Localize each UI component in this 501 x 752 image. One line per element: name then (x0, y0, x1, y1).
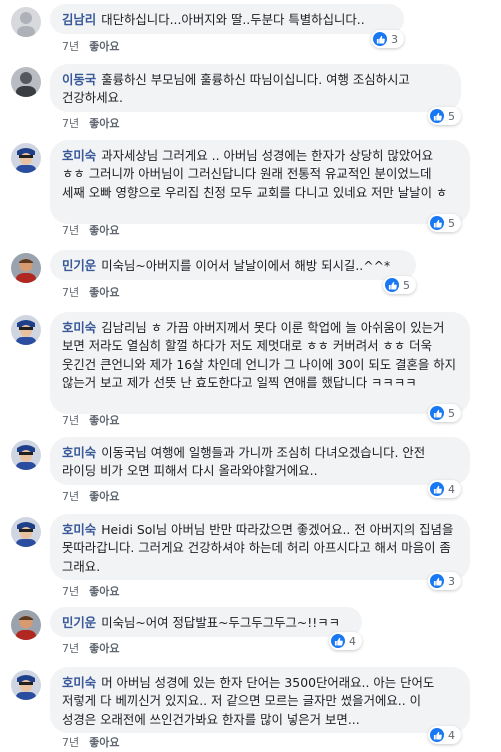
reaction-count: 5 (448, 406, 455, 420)
reaction-count-pill[interactable]: 3 (428, 572, 461, 590)
comment-meta: 7년 좋아요 (62, 736, 120, 750)
comment-author-link[interactable]: 김남리 (62, 12, 96, 27)
comment-meta: 7년 좋아요 (62, 286, 120, 300)
thumbs-up-icon (430, 482, 444, 496)
comment-author-link[interactable]: 호미숙 (62, 675, 96, 690)
comment-meta: 7년 좋아요 (62, 642, 120, 656)
thumbs-up-icon (430, 574, 444, 588)
comment-text: 미숙님~어여 정답발표~두그두그두그~!!ㅋㅋ (101, 615, 341, 630)
reaction-count: 5 (403, 278, 410, 292)
avatar[interactable] (11, 670, 41, 700)
comment-thread: 김남리 대단하십니다...아버지와 딸..두분다 특별하십니다.. 7년 좋아요 3… (0, 0, 501, 752)
thumbs-up-icon (430, 728, 444, 742)
reaction-count-pill[interactable]: 5 (428, 107, 461, 125)
reaction-count: 5 (448, 109, 455, 123)
comment-author-link[interactable]: 호미숙 (62, 522, 96, 537)
thumbs-up-icon (373, 32, 387, 46)
reaction-count: 3 (391, 32, 398, 46)
comment-meta: 7년 좋아요 (62, 414, 120, 428)
comment-timestamp[interactable]: 7년 (62, 40, 79, 53)
comment-timestamp[interactable]: 7년 (62, 224, 79, 237)
thumbs-up-icon (430, 406, 444, 420)
comment-bubble: 이동국 훌륭하신 부모님에 훌륭하신 따님이십니다. 여행 조심하시고 건강하세요… (50, 64, 461, 112)
comment-timestamp[interactable]: 7년 (62, 490, 79, 503)
comment-text: 미숙님~아버지를 이어서 날날이에서 해방 되시길..^^* (101, 258, 391, 273)
comment-bubble: 호미숙 머 아버님 성경에 있는 한자 단어는 3500단어래요.. 아는 단어도… (50, 667, 470, 733)
comment-bubble: 호미숙 이동국님 여행에 일행들과 가니까 조심히 다녀오겠습니다. 안전 라이딩… (50, 437, 470, 485)
reaction-count-pill[interactable]: 5 (428, 214, 461, 232)
like-button[interactable]: 좋아요 (89, 736, 119, 749)
reaction-count-pill[interactable]: 3 (371, 30, 404, 48)
comment-author-link[interactable]: 이동국 (62, 72, 96, 87)
like-button[interactable]: 좋아요 (89, 117, 119, 130)
like-button[interactable]: 좋아요 (89, 490, 119, 503)
comment-meta: 7년 좋아요 (62, 490, 120, 504)
reaction-count: 3 (448, 574, 455, 588)
comment-text: 머 아버님 성경에 있는 한자 단어는 3500단어래요.. 아는 단어도 저렇… (62, 675, 435, 727)
comment-author-link[interactable]: 호미숙 (62, 148, 96, 163)
comment-author-link[interactable]: 민기운 (62, 258, 96, 273)
like-button[interactable]: 좋아요 (89, 585, 119, 598)
avatar[interactable] (11, 67, 41, 97)
reaction-count: 4 (448, 728, 455, 742)
reaction-count: 4 (349, 634, 356, 648)
comment-timestamp[interactable]: 7년 (62, 736, 79, 749)
comment-meta: 7년 좋아요 (62, 585, 120, 599)
comment-timestamp[interactable]: 7년 (62, 642, 79, 655)
comment-bubble: 호미숙 김남리님 ㅎ 가끔 아버지께서 못다 이룬 학업에 늘 아쉬움이 있는거 … (50, 312, 470, 414)
like-button[interactable]: 좋아요 (89, 40, 119, 53)
comment-author-link[interactable]: 호미숙 (62, 445, 96, 460)
comment-text: 과자세상님 그러게요 .. 아버님 성경에는 한자가 상당히 많았어요 ㅎㅎ 그… (62, 148, 448, 200)
comment-text: 김남리님 ㅎ 가끔 아버지께서 못다 이룬 학업에 늘 아쉬움이 있는거 보면 … (62, 320, 457, 390)
comment-text: 이동국님 여행에 일행들과 가니까 조심히 다녀오겠습니다. 안전 라이딩 비가… (62, 445, 426, 479)
avatar[interactable] (11, 253, 41, 283)
comment-author-link[interactable]: 민기운 (62, 615, 96, 630)
comment-text: 훌륭하신 부모님에 훌륭하신 따님이십니다. 여행 조심하시고 건강하세요. (62, 72, 410, 106)
reaction-count-pill[interactable]: 4 (428, 726, 461, 744)
thumbs-up-icon (430, 109, 444, 123)
reaction-count: 4 (448, 482, 455, 496)
like-button[interactable]: 좋아요 (89, 286, 119, 299)
avatar[interactable] (11, 517, 41, 547)
comment-timestamp[interactable]: 7년 (62, 117, 79, 130)
comment-text: 대단하십니다...아버지와 딸..두분다 특별하십니다.. (101, 12, 365, 27)
avatar[interactable] (11, 7, 41, 37)
like-button[interactable]: 좋아요 (89, 414, 119, 427)
comment-meta: 7년 좋아요 (62, 40, 120, 54)
like-button[interactable]: 좋아요 (89, 224, 119, 237)
comment-text: Heidi Sol님 아버님 반만 따라갔으면 좋겠어요.. 전 아버지의 집념… (62, 522, 454, 574)
like-button[interactable]: 좋아요 (89, 642, 119, 655)
thumbs-up-icon (385, 278, 399, 292)
reaction-count-pill[interactable]: 4 (428, 480, 461, 498)
avatar[interactable] (11, 610, 41, 640)
thumbs-up-icon (430, 216, 444, 230)
thumbs-up-icon (331, 634, 345, 648)
comment-meta: 7년 좋아요 (62, 117, 120, 131)
comment-bubble: 민기운 미숙님~어여 정답발표~두그두그두그~!!ㅋㅋ (50, 607, 362, 637)
comment-meta: 7년 좋아요 (62, 224, 120, 238)
comment-author-link[interactable]: 호미숙 (62, 320, 96, 335)
comment-bubble: 호미숙 Heidi Sol님 아버님 반만 따라갔으면 좋겠어요.. 전 아버지의… (50, 514, 470, 580)
reaction-count: 5 (448, 216, 455, 230)
comment-timestamp[interactable]: 7년 (62, 286, 79, 299)
avatar[interactable] (11, 440, 41, 470)
comment-bubble: 김남리 대단하십니다...아버지와 딸..두분다 특별하십니다.. (50, 4, 404, 34)
reaction-count-pill[interactable]: 4 (329, 632, 362, 650)
comment-timestamp[interactable]: 7년 (62, 585, 79, 598)
reaction-count-pill[interactable]: 5 (428, 404, 461, 422)
avatar[interactable] (11, 315, 41, 345)
avatar[interactable] (11, 143, 41, 173)
reaction-count-pill[interactable]: 5 (383, 276, 416, 294)
comment-timestamp[interactable]: 7년 (62, 414, 79, 427)
comment-bubble: 호미숙 과자세상님 그러게요 .. 아버님 성경에는 한자가 상당히 많았어요 ㅎ… (50, 140, 470, 224)
comment-bubble: 민기운 미숙님~아버지를 이어서 날날이에서 해방 되시길..^^* (50, 250, 416, 280)
